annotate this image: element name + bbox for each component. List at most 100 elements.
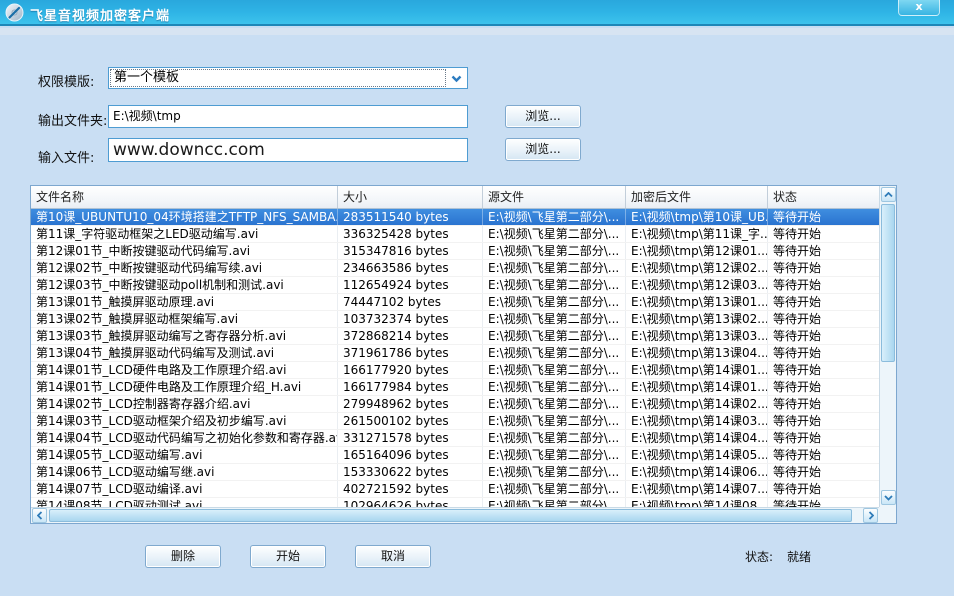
close-icon: x xyxy=(915,0,922,13)
cell-encrypted-file: E:\视频\tmp\第14课08... xyxy=(626,498,768,507)
scroll-up-button[interactable] xyxy=(881,187,896,202)
input-file-input[interactable]: www.downcc.com xyxy=(108,138,468,162)
cell-source-file: E:\视频\飞星第二部分\... xyxy=(483,209,626,225)
cell-file-name: 第14课04节_LCD驱动代码编写之初始化参数和寄存器.avi xyxy=(31,430,338,446)
cell-source-file: E:\视频\飞星第二部分\... xyxy=(483,362,626,378)
cell-status: 等待开始 xyxy=(768,396,879,412)
cell-source-file: E:\视频\飞星第二部分\... xyxy=(483,226,626,242)
cell-source-file: E:\视频\飞星第二部分\... xyxy=(483,430,626,446)
horizontal-scroll-thumb[interactable] xyxy=(49,509,852,522)
cell-encrypted-file: E:\视频\tmp\第14课01... xyxy=(626,379,768,395)
table-row[interactable]: 第14课07节_LCD驱动编译.avi 402721592 bytes E:\视… xyxy=(31,481,879,498)
horizontal-scrollbar[interactable] xyxy=(31,507,879,523)
table-row[interactable]: 第14课05节_LCD驱动编写.avi 165164096 bytes E:\视… xyxy=(31,447,879,464)
table-row[interactable]: 第12课01节_中断按键驱动代码编写.avi 315347816 bytes E… xyxy=(31,243,879,260)
cell-source-file: E:\视频\飞星第二部分\... xyxy=(483,396,626,412)
cell-size: 102964626 bytes xyxy=(338,498,483,507)
input-file-label: 输入文件: xyxy=(38,147,94,166)
title-bar[interactable]: 飞星音视频加密客户端 x xyxy=(0,0,954,26)
table-row[interactable]: 第14课03节_LCD驱动框架介绍及初步编写.avi 261500102 byt… xyxy=(31,413,879,430)
table-row[interactable]: 第14课02节_LCD控制器寄存器介绍.avi 279948962 bytes … xyxy=(31,396,879,413)
cell-size: 165164096 bytes xyxy=(338,447,483,463)
scroll-down-icon xyxy=(884,495,893,501)
cell-size: 234663586 bytes xyxy=(338,260,483,276)
cell-source-file: E:\视频\飞星第二部分\... xyxy=(483,260,626,276)
cell-size: 336325428 bytes xyxy=(338,226,483,242)
table-row[interactable]: 第14课06节_LCD驱动编写继.avi 153330622 bytes E:\… xyxy=(31,464,879,481)
cell-file-name: 第13课03节_触摸屏驱动编写之寄存器分析.avi xyxy=(31,328,338,344)
cell-size: 331271578 bytes xyxy=(338,430,483,446)
cell-size: 372868214 bytes xyxy=(338,328,483,344)
table-row[interactable]: 第13课04节_触摸屏驱动代码编写及测试.avi 371961786 bytes… xyxy=(31,345,879,362)
vertical-scroll-thumb[interactable] xyxy=(881,204,895,362)
close-button[interactable]: x xyxy=(898,0,940,16)
column-header-encrypted[interactable]: 加密后文件 xyxy=(626,186,768,208)
cell-file-name: 第14课08节_LCD驱动测试.avi xyxy=(31,498,338,507)
cell-status: 等待开始 xyxy=(768,379,879,395)
scroll-right-button[interactable] xyxy=(863,508,878,523)
cell-encrypted-file: E:\视频\tmp\第13课03... xyxy=(626,328,768,344)
cell-file-name: 第14课02节_LCD控制器寄存器介绍.avi xyxy=(31,396,338,412)
cell-size: 402721592 bytes xyxy=(338,481,483,497)
cell-file-name: 第13课02节_触摸屏驱动框架编写.avi xyxy=(31,311,338,327)
cell-source-file: E:\视频\飞星第二部分\... xyxy=(483,311,626,327)
template-select[interactable]: 第一个模板 xyxy=(108,67,468,89)
cell-source-file: E:\视频\飞星第二部分\... xyxy=(483,498,626,507)
cell-encrypted-file: E:\视频\tmp\第12课02... xyxy=(626,260,768,276)
column-header-size[interactable]: 大小 xyxy=(338,186,483,208)
titlebar-strip xyxy=(0,28,954,35)
cell-encrypted-file: E:\视频\tmp\第14课07... xyxy=(626,481,768,497)
scroll-left-icon xyxy=(37,511,43,520)
table-row[interactable]: 第10课_UBUNTU10_04环境搭建之TFTP_NFS_SAMBA.avi … xyxy=(31,209,879,226)
cell-size: 166177984 bytes xyxy=(338,379,483,395)
column-header-status[interactable]: 状态 xyxy=(768,186,879,208)
table-row[interactable]: 第14课01节_LCD硬件电路及工作原理介绍.avi 166177920 byt… xyxy=(31,362,879,379)
table-row[interactable]: 第13课01节_触摸屏驱动原理.avi 74447102 bytes E:\视频… xyxy=(31,294,879,311)
cell-status: 等待开始 xyxy=(768,498,879,507)
cell-encrypted-file: E:\视频\tmp\第12课03... xyxy=(626,277,768,293)
cell-file-name: 第12课01节_中断按键驱动代码编写.avi xyxy=(31,243,338,259)
cell-size: 315347816 bytes xyxy=(338,243,483,259)
cell-source-file: E:\视频\飞星第二部分\... xyxy=(483,345,626,361)
output-folder-input[interactable]: E:\视频\tmp xyxy=(108,105,468,128)
scrollbar-corner xyxy=(879,507,896,523)
column-header-source[interactable]: 源文件 xyxy=(483,186,626,208)
cell-size: 74447102 bytes xyxy=(338,294,483,310)
cell-source-file: E:\视频\飞星第二部分\... xyxy=(483,413,626,429)
cell-status: 等待开始 xyxy=(768,277,879,293)
cell-status: 等待开始 xyxy=(768,430,879,446)
scroll-left-button[interactable] xyxy=(32,508,47,523)
cell-status: 等待开始 xyxy=(768,294,879,310)
browse-input-button[interactable]: 浏览... xyxy=(505,138,581,161)
cell-size: 283511540 bytes xyxy=(338,209,483,225)
table-row[interactable]: 第12课03节_中断按键驱动poll机制和测试.avi 112654924 by… xyxy=(31,277,879,294)
table-row[interactable]: 第13课02节_触摸屏驱动框架编写.avi 103732374 bytes E:… xyxy=(31,311,879,328)
cell-encrypted-file: E:\视频\tmp\第14课04... xyxy=(626,430,768,446)
cancel-button[interactable]: 取消 xyxy=(355,545,431,568)
table-row[interactable]: 第14课04节_LCD驱动代码编写之初始化参数和寄存器.avi 33127157… xyxy=(31,430,879,447)
start-button[interactable]: 开始 xyxy=(250,545,326,568)
table-row[interactable]: 第13课03节_触摸屏驱动编写之寄存器分析.avi 372868214 byte… xyxy=(31,328,879,345)
cell-file-name: 第14课06节_LCD驱动编写继.avi xyxy=(31,464,338,480)
cell-source-file: E:\视频\飞星第二部分\... xyxy=(483,481,626,497)
status-bar: 状态:就绪 xyxy=(745,548,811,565)
cell-file-name: 第14课07节_LCD驱动编译.avi xyxy=(31,481,338,497)
table-row[interactable]: 第12课02节_中断按键驱动代码编写续.avi 234663586 bytes … xyxy=(31,260,879,277)
browse-output-button[interactable]: 浏览... xyxy=(505,105,581,128)
table-row[interactable]: 第11课_字符驱动框架之LED驱动编写.avi 336325428 bytes … xyxy=(31,226,879,243)
cell-encrypted-file: E:\视频\tmp\第14课01... xyxy=(626,362,768,378)
cell-status: 等待开始 xyxy=(768,328,879,344)
cell-source-file: E:\视频\飞星第二部分\... xyxy=(483,294,626,310)
scroll-down-button[interactable] xyxy=(881,490,896,505)
cell-file-name: 第12课03节_中断按键驱动poll机制和测试.avi xyxy=(31,277,338,293)
cell-status: 等待开始 xyxy=(768,362,879,378)
cell-status: 等待开始 xyxy=(768,481,879,497)
cell-file-name: 第14课01节_LCD硬件电路及工作原理介绍.avi xyxy=(31,362,338,378)
vertical-scrollbar[interactable] xyxy=(879,186,896,507)
cell-file-name: 第10课_UBUNTU10_04环境搭建之TFTP_NFS_SAMBA.avi xyxy=(31,209,338,225)
cell-size: 279948962 bytes xyxy=(338,396,483,412)
column-header-name[interactable]: 文件名称 xyxy=(31,186,338,208)
table-row[interactable]: 第14课08节_LCD驱动测试.avi 102964626 bytes E:\视… xyxy=(31,498,879,507)
table-row[interactable]: 第14课01节_LCD硬件电路及工作原理介绍_H.avi 166177984 b… xyxy=(31,379,879,396)
delete-button[interactable]: 删除 xyxy=(145,545,221,568)
